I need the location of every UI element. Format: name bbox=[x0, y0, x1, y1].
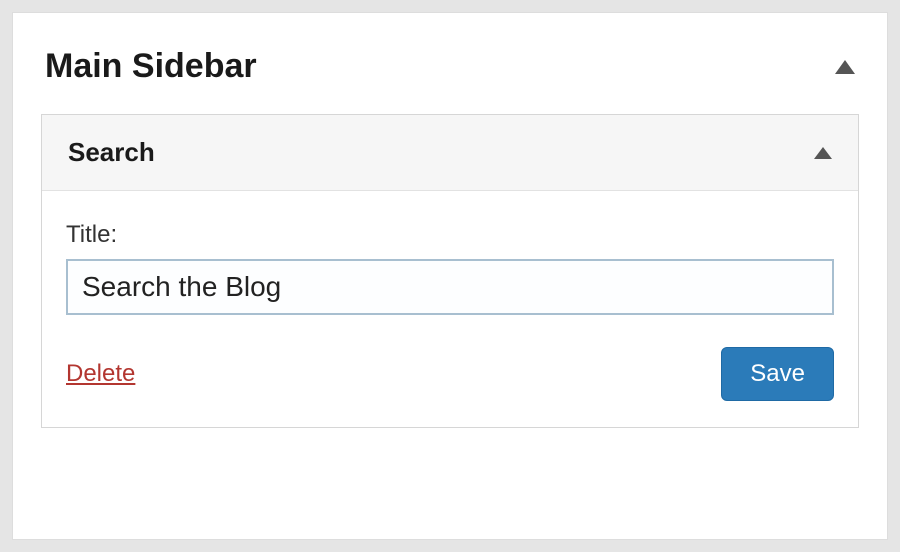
search-widget: Search Title: Delete Save bbox=[41, 114, 859, 428]
widget-body: Title: Delete Save bbox=[42, 191, 858, 427]
title-label: Title: bbox=[66, 221, 834, 249]
save-button[interactable]: Save bbox=[721, 347, 834, 401]
delete-button[interactable]: Delete bbox=[66, 360, 135, 388]
sidebar-panel: Main Sidebar Search Title: Delete Save bbox=[12, 12, 888, 540]
sidebar-title: Main Sidebar bbox=[45, 47, 257, 86]
sidebar-header[interactable]: Main Sidebar bbox=[41, 37, 859, 114]
widget-actions: Delete Save bbox=[66, 347, 834, 401]
widget-header[interactable]: Search bbox=[42, 115, 858, 191]
title-input[interactable] bbox=[66, 259, 834, 315]
collapse-icon[interactable] bbox=[835, 60, 855, 74]
collapse-icon[interactable] bbox=[814, 147, 832, 159]
widget-title: Search bbox=[68, 137, 155, 168]
